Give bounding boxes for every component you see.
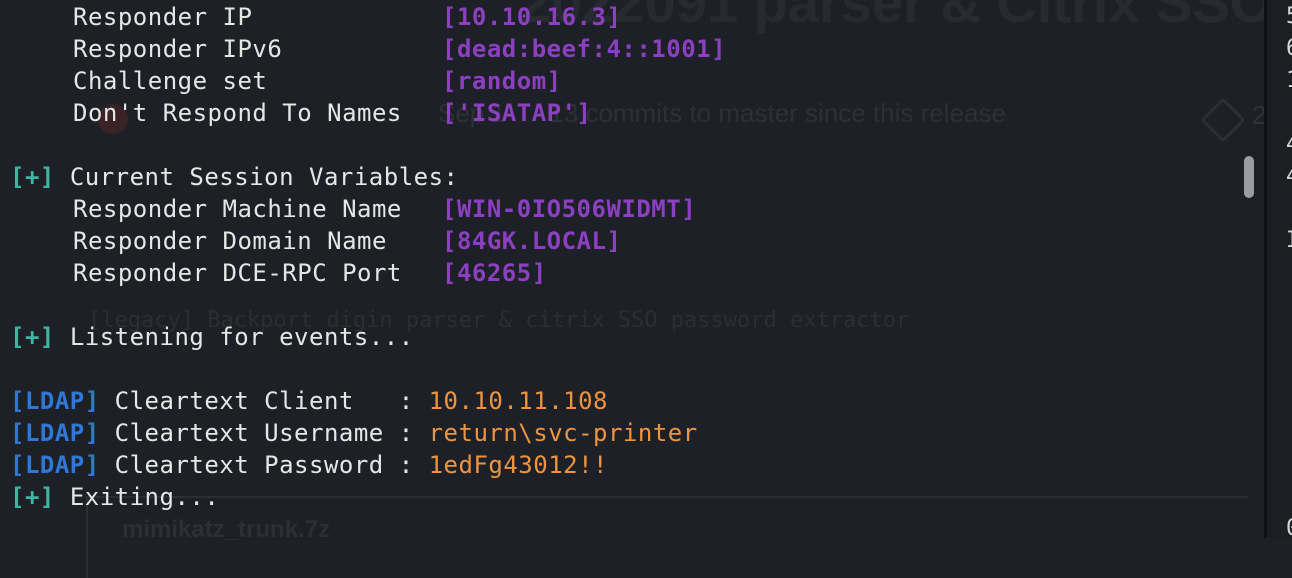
right-pane-text: 0 — [1286, 516, 1292, 541]
ldap-tag: [LDAP] — [10, 451, 100, 479]
session-header: [+] Current Session Variables: — [10, 163, 459, 191]
right-pane-text: 6 — [1286, 36, 1292, 61]
listening-line: [+] Listening for events... — [10, 323, 414, 351]
config-row: Challenge set [random] — [73, 67, 562, 95]
captured-value: 1edFg43012!! — [428, 451, 608, 479]
session-row: Responder Domain Name [84GK.LOCAL] — [73, 227, 622, 255]
captured-value: 10.10.11.108 — [428, 387, 608, 415]
ldap-row: [LDAP] Cleartext Client : 10.10.11.108 — [10, 387, 608, 415]
background-asset-name: mimikatz_trunk.7z — [122, 516, 331, 543]
captured-value: return\svc-printer — [428, 419, 698, 447]
ldap-row: [LDAP] Cleartext Password : 1edFg43012!! — [10, 451, 608, 479]
background-tag-icon — [1200, 97, 1246, 143]
ldap-row: [LDAP] Cleartext Username : return\svc-p… — [10, 419, 698, 447]
config-row: Responder IP [10.10.16.3] — [73, 3, 622, 31]
session-row: Responder Machine Name [WIN-0IO506WIDMT] — [73, 195, 697, 223]
status-marker: [+] — [10, 163, 55, 191]
right-pane-text: I — [1286, 228, 1292, 253]
right-pane-text: 1 — [1286, 68, 1292, 93]
config-row: Responder IPv6 [dead:beef:4::1001] — [73, 35, 727, 63]
ldap-tag: [LDAP] — [10, 419, 100, 447]
ldap-tag: [LDAP] — [10, 387, 100, 415]
terminal-output[interactable]: Responder IP [10.10.16.3] Responder IPv6[… — [10, 1, 726, 513]
right-pane-text: 4 — [1286, 164, 1292, 189]
exit-line: [+] Exiting... — [10, 483, 220, 511]
status-marker: [+] — [10, 483, 55, 511]
scrollbar-thumb[interactable] — [1244, 156, 1254, 198]
right-pane-text: 4 — [1286, 132, 1292, 157]
status-marker: [+] — [10, 323, 55, 351]
right-pane-text: 5 — [1286, 4, 1292, 29]
config-row: Don't Respond To Names ['ISATAP'] — [73, 99, 592, 127]
session-row: Responder DCE-RPC Port [46265] — [73, 259, 547, 287]
